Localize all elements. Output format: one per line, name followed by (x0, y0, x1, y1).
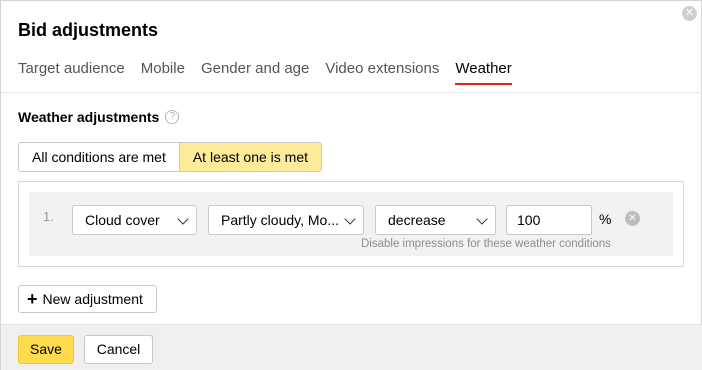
bid-adjustments-dialog: ✕ Bid adjustments Target audience Mobile… (0, 0, 702, 370)
tab-mobile[interactable]: Mobile (141, 60, 185, 88)
all-conditions-option[interactable]: All conditions are met (19, 143, 179, 171)
tabs-divider (1, 92, 702, 93)
rule-row: 1. Cloud cover Partly cloudy, Mo... decr… (29, 192, 673, 256)
at-least-one-option[interactable]: At least one is met (178, 143, 322, 171)
tab-gender-and-age[interactable]: Gender and age (201, 60, 309, 88)
rules-container: 1. Cloud cover Partly cloudy, Mo... decr… (18, 181, 684, 267)
close-icon[interactable]: ✕ (682, 6, 697, 21)
condition-value-text: Partly cloudy, Mo... (221, 212, 340, 228)
chevron-down-icon (177, 213, 189, 225)
percent-unit: % (599, 211, 612, 227)
dialog-title: Bid adjustments (18, 20, 159, 40)
chevron-down-icon (344, 213, 356, 225)
direction-select[interactable]: decrease (375, 205, 496, 235)
parameter-select[interactable]: Cloud cover (72, 205, 197, 235)
section-title: Weather adjustments ? (18, 109, 180, 125)
adjustment-amount-input[interactable] (506, 205, 592, 235)
plus-icon: + (27, 289, 38, 309)
section-title-text: Weather adjustments (18, 109, 160, 125)
condition-mode-toggle: All conditions are met At least one is m… (18, 142, 323, 172)
new-adjustment-label: New adjustment (42, 291, 143, 307)
remove-rule-icon[interactable]: ✕ (625, 211, 640, 226)
condition-value-select[interactable]: Partly cloudy, Mo... (208, 205, 364, 235)
tab-video-extensions[interactable]: Video extensions (325, 60, 439, 88)
tab-bar: Target audience Mobile Gender and age Vi… (18, 60, 528, 88)
help-icon[interactable]: ? (165, 110, 180, 124)
dialog-footer: Save Cancel (1, 324, 702, 370)
new-adjustment-button[interactable]: + New adjustment (18, 285, 157, 313)
tab-weather[interactable]: Weather (455, 60, 513, 88)
cancel-button[interactable]: Cancel (84, 335, 153, 364)
save-button[interactable]: Save (18, 335, 74, 364)
parameter-select-value: Cloud cover (85, 212, 160, 228)
rule-number: 1. (43, 209, 54, 224)
chevron-down-icon (476, 213, 488, 225)
rule-hint: Disable impressions for these weather co… (361, 238, 611, 250)
tab-target-audience[interactable]: Target audience (18, 60, 125, 88)
direction-select-value: decrease (388, 212, 446, 228)
